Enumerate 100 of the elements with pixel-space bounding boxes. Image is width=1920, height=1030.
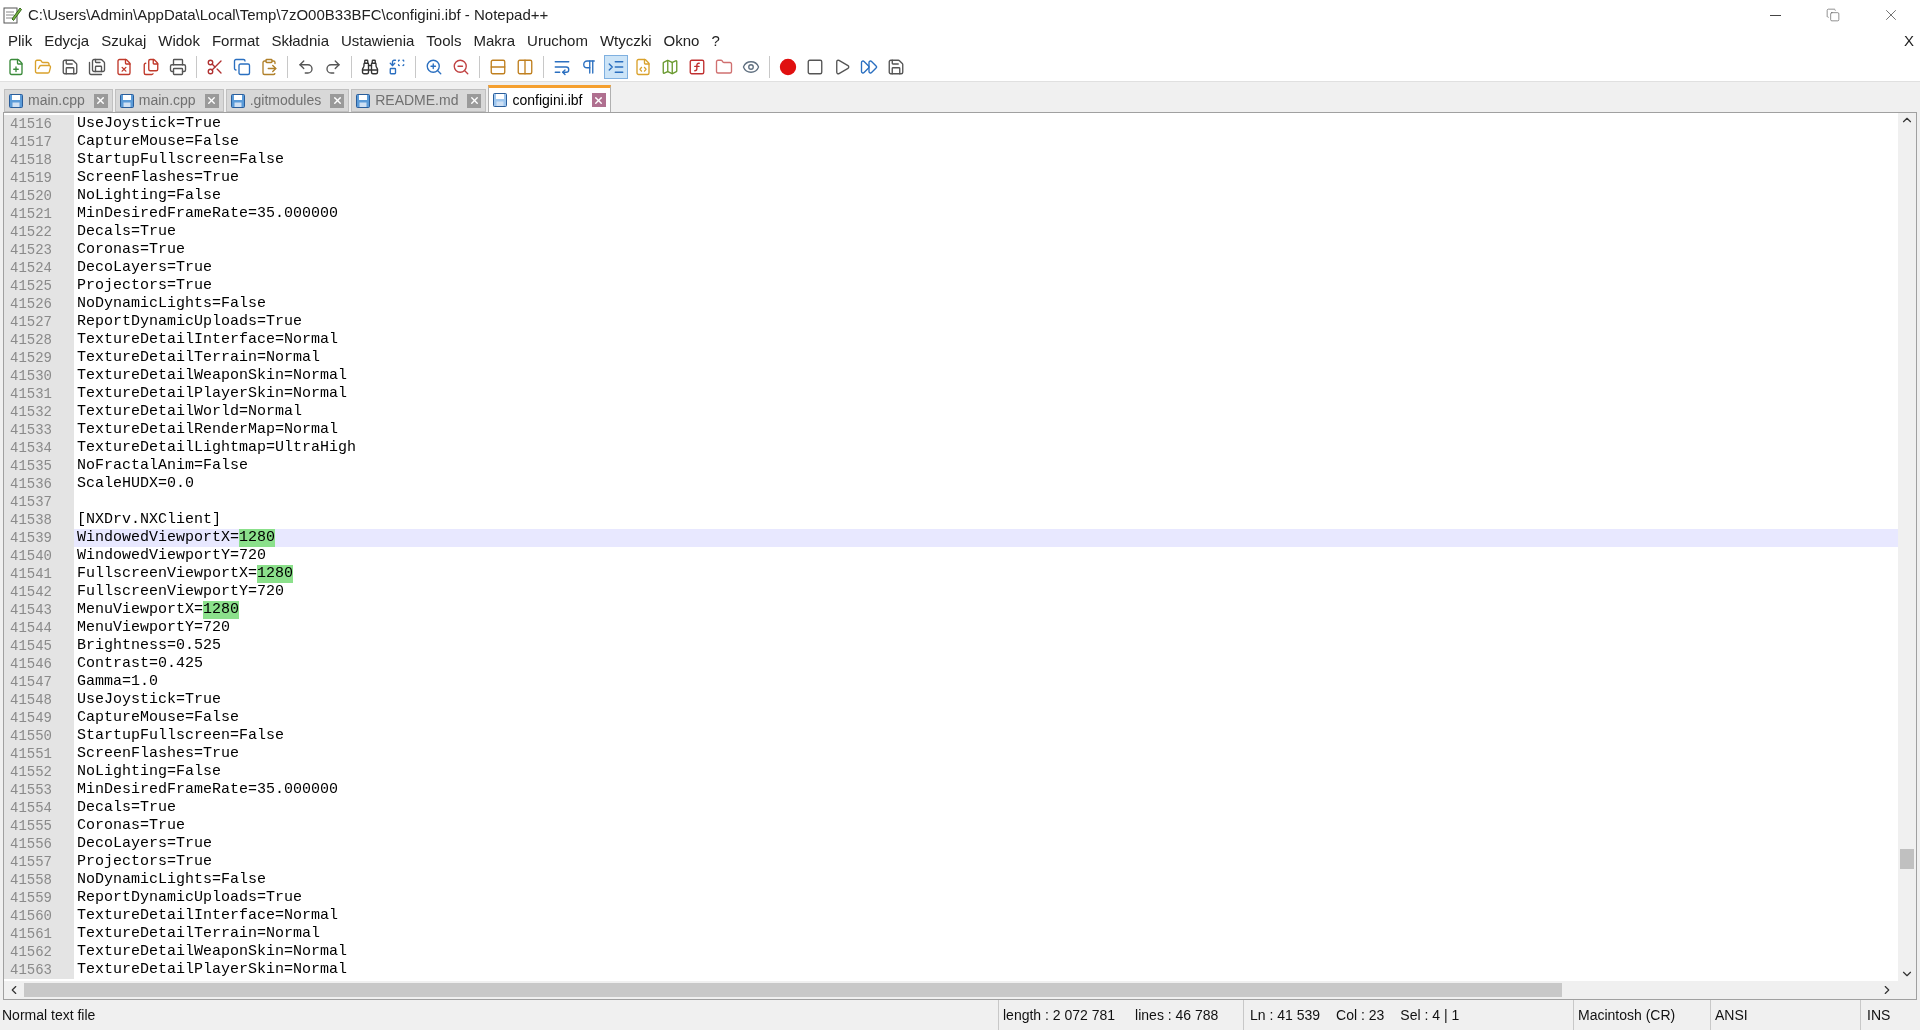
binoculars-icon xyxy=(361,57,379,76)
line-number: 41531 xyxy=(4,385,74,403)
line-number: 41547 xyxy=(4,673,74,691)
line-number: 41523 xyxy=(4,241,74,259)
code-text: CaptureMouse=False xyxy=(77,709,240,727)
tab-label: .gitmodules xyxy=(249,91,322,110)
line-number: 41534 xyxy=(4,439,74,457)
line-number: 41538 xyxy=(4,511,74,529)
code-text: TextureDetailTerrain=Normal xyxy=(77,349,321,367)
menu-item[interactable]: Uruchom xyxy=(521,29,594,53)
new-file-icon xyxy=(7,57,25,76)
line-number: 41555 xyxy=(4,817,74,835)
encoding-label: ANSI xyxy=(1710,1000,1860,1030)
zoom-in-icon xyxy=(425,57,443,76)
menu-item[interactable]: Widok xyxy=(152,29,206,53)
line-number: 41558 xyxy=(4,871,74,889)
code-text: MenuViewportY=720 xyxy=(77,619,231,637)
file-tab[interactable]: main.cpp xyxy=(4,89,113,112)
line-position-label: Ln : 41 539 xyxy=(1250,1005,1321,1025)
zoom-out-icon xyxy=(452,57,470,76)
code-text: TextureDetailRenderMap=Normal xyxy=(77,421,339,439)
minimize-icon xyxy=(1769,14,1781,16)
menu-item[interactable]: Plik xyxy=(2,29,39,53)
folder-icon xyxy=(715,57,733,76)
code-text: Gamma=1.0 xyxy=(77,673,158,691)
code-text: TextureDetailLightmap=UltraHigh xyxy=(77,439,357,457)
close-all-icon xyxy=(142,57,160,76)
line-number: 41544 xyxy=(4,619,74,637)
play-icon xyxy=(833,57,851,76)
stop-icon xyxy=(806,57,824,76)
scroll-thumb[interactable] xyxy=(1900,849,1914,870)
code-text: Decals=True xyxy=(77,799,177,817)
tab-close-icon[interactable] xyxy=(591,93,606,107)
file-tab[interactable]: configini.ibf xyxy=(488,85,611,112)
code-text: TextureDetailWeaponSkin=Normal xyxy=(77,943,348,961)
code-text: WindowedViewportY=720 xyxy=(77,547,267,565)
line-number: 41557 xyxy=(4,853,74,871)
code-text: ScreenFlashes=True xyxy=(77,169,240,187)
close-document-button[interactable]: X xyxy=(1904,29,1914,53)
line-number: 41526 xyxy=(4,295,74,313)
menu-item[interactable]: Ustawienia xyxy=(335,29,421,53)
menu-item[interactable]: Edycja xyxy=(38,29,96,53)
line-number: 41527 xyxy=(4,313,74,331)
code-text: ReportDynamicUploads=True xyxy=(77,889,303,907)
menu-item[interactable]: Tools xyxy=(420,29,468,53)
line-number: 41519 xyxy=(4,169,74,187)
menu-item[interactable]: Wtyczki xyxy=(593,29,658,53)
menu-item[interactable]: Składnia xyxy=(265,29,335,53)
line-ending-label: Macintosh (CR) xyxy=(1573,1000,1710,1030)
line-number: 41518 xyxy=(4,151,74,169)
map-icon xyxy=(661,57,679,76)
save-all-icon xyxy=(88,57,106,76)
line-number: 41548 xyxy=(4,691,74,709)
line-number: 41552 xyxy=(4,763,74,781)
file-tab[interactable]: .gitmodules xyxy=(225,89,350,112)
restore-icon xyxy=(1826,8,1840,22)
lines-label: lines : 46 788 xyxy=(1135,1005,1219,1025)
code-text: Decals=True xyxy=(77,223,177,241)
line-number: 41556 xyxy=(4,835,74,853)
printer-icon xyxy=(169,57,187,76)
line-number: 41551 xyxy=(4,745,74,763)
code-text: TextureDetailWorld=Normal xyxy=(77,403,303,421)
file-tab[interactable]: main.cpp xyxy=(114,89,224,112)
code-text: MinDesiredFrameRate=35.000000 xyxy=(77,781,339,799)
line-number: 41522 xyxy=(4,223,74,241)
code-text: TextureDetailInterface=Normal xyxy=(77,331,339,349)
line-number: 41540 xyxy=(4,547,74,565)
tab-close-icon[interactable] xyxy=(93,93,108,108)
scissors-icon xyxy=(206,57,224,76)
line-number: 41520 xyxy=(4,187,74,205)
code-text: NoDynamicLights=False xyxy=(77,295,267,313)
tab-label: main.cpp xyxy=(28,91,85,110)
folder-open-icon xyxy=(34,57,52,76)
paste-icon xyxy=(260,57,278,76)
tab-close-icon[interactable] xyxy=(204,93,219,108)
line-number: 41549 xyxy=(4,709,74,727)
line-number: 41550 xyxy=(4,727,74,745)
line-number: 41546 xyxy=(4,655,74,673)
scroll-thumb[interactable] xyxy=(24,983,1562,997)
line-number: 41537 xyxy=(4,493,74,511)
code-text: StartupFullscreen=False xyxy=(77,151,285,169)
tab-label: main.cpp xyxy=(138,91,196,110)
save-macro-icon xyxy=(887,57,905,76)
menu-item[interactable]: Szukaj xyxy=(95,29,153,53)
menu-item[interactable]: Makra xyxy=(467,29,522,53)
vertical-scrollbar[interactable] xyxy=(1898,113,1916,981)
line-number: 41532 xyxy=(4,403,74,421)
matched-text: 1280 xyxy=(203,601,240,619)
tab-close-icon[interactable] xyxy=(467,93,482,108)
line-number: 41545 xyxy=(4,637,74,655)
menu-item[interactable]: Okno xyxy=(657,29,706,53)
code-text: ScreenFlashes=True xyxy=(77,745,240,763)
horizontal-scrollbar[interactable] xyxy=(4,981,1916,999)
menu-item[interactable]: Format xyxy=(205,29,266,53)
fast-forward-icon xyxy=(860,57,878,76)
code-text: ReportDynamicUploads=True xyxy=(77,313,303,331)
tab-close-icon[interactable] xyxy=(330,93,345,108)
line-number: 41543 xyxy=(4,601,74,619)
menu-item[interactable]: ? xyxy=(705,29,726,53)
line-number: 41533 xyxy=(4,421,74,439)
